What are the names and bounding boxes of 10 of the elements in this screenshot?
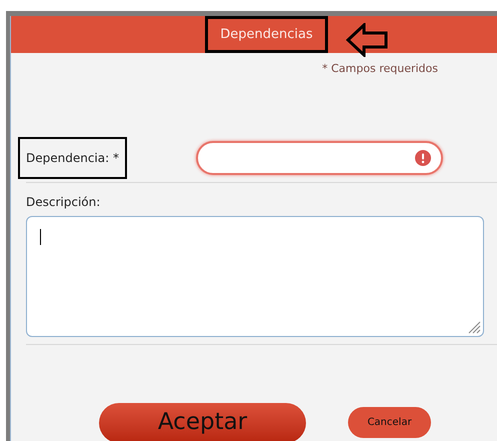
accept-button[interactable]: Aceptar	[99, 402, 306, 441]
input-field[interactable]	[196, 141, 443, 175]
cancel-button[interactable]: Cancelar	[348, 407, 431, 438]
required-fields-note: * Campos requeridos	[322, 61, 438, 77]
dialog-title: Dependencias	[205, 16, 328, 53]
field-label: Dependencia: *	[18, 137, 127, 179]
error-icon	[415, 150, 431, 166]
text-caret	[40, 228, 41, 244]
field-label: Descripción:	[26, 194, 100, 210]
resize-handle-icon[interactable]	[467, 320, 481, 334]
